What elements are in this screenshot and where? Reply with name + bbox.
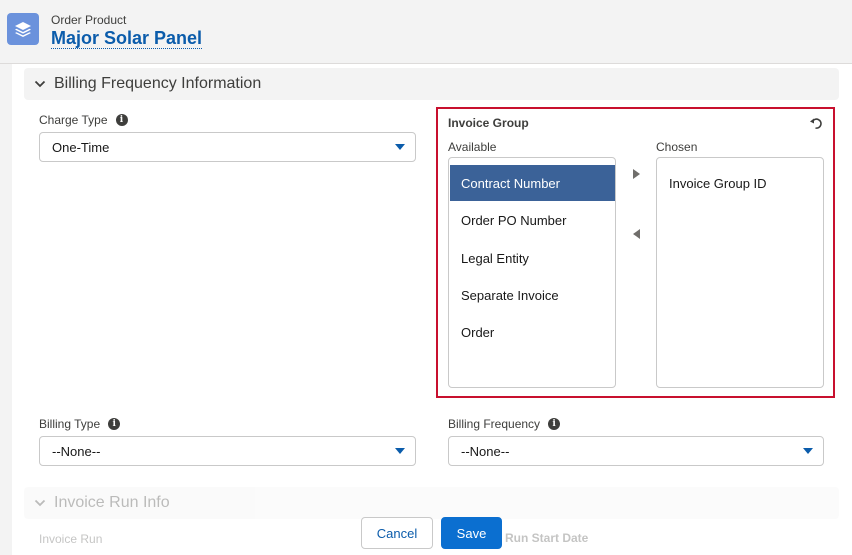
- billing-section-toggle[interactable]: Billing Frequency Information: [24, 68, 839, 100]
- chosen-listbox[interactable]: Invoice Group ID: [656, 157, 824, 388]
- chevron-down-icon: [395, 448, 405, 454]
- billing-type-label-text: Billing Type: [39, 417, 101, 431]
- run-start-date-field-label: Run Start Date: [505, 531, 589, 545]
- move-to-chosen-button[interactable]: [628, 166, 644, 182]
- list-item[interactable]: Order PO Number: [450, 202, 615, 238]
- arrow-right-icon: [632, 169, 640, 179]
- billing-type-label: Billing Type i: [39, 417, 121, 431]
- stack-layers-icon: [7, 13, 39, 45]
- list-item[interactable]: Separate Invoice: [450, 277, 615, 313]
- arrow-left-icon: [632, 229, 640, 239]
- charge-type-value: One-Time: [52, 139, 110, 155]
- billing-type-select[interactable]: --None--: [39, 436, 416, 466]
- record-header: Order Product Major Solar Panel: [0, 0, 852, 64]
- billing-frequency-select[interactable]: --None--: [448, 436, 824, 466]
- billing-frequency-label: Billing Frequency i: [448, 417, 561, 431]
- charge-type-label-text: Charge Type: [39, 113, 108, 127]
- undo-icon[interactable]: [808, 115, 824, 131]
- billing-type-value: --None--: [52, 443, 101, 459]
- invoice-run-field-label: Invoice Run: [39, 532, 103, 546]
- invoice-group-title: Invoice Group: [448, 116, 529, 130]
- charge-type-select[interactable]: One-Time: [39, 132, 416, 162]
- available-label: Available: [448, 140, 497, 154]
- section-title: Invoice Run Info: [54, 494, 170, 511]
- list-item[interactable]: Invoice Group ID: [658, 165, 823, 201]
- list-item[interactable]: Order: [450, 314, 615, 350]
- move-to-available-button[interactable]: [628, 226, 644, 242]
- list-item[interactable]: Legal Entity: [450, 240, 615, 276]
- billing-frequency-label-text: Billing Frequency: [448, 417, 541, 431]
- chevron-down-icon: [34, 499, 46, 507]
- list-item[interactable]: Contract Number: [450, 165, 615, 201]
- chevron-down-icon: [395, 144, 405, 150]
- invoice-run-section-toggle[interactable]: Invoice Run Info: [24, 487, 839, 519]
- charge-type-label: Charge Type i: [39, 113, 128, 127]
- cancel-button[interactable]: Cancel: [361, 517, 433, 549]
- info-icon[interactable]: i: [115, 114, 128, 126]
- chevron-down-icon: [34, 80, 46, 88]
- chevron-down-icon: [803, 448, 813, 454]
- save-button[interactable]: Save: [441, 517, 502, 549]
- info-icon[interactable]: i: [548, 418, 561, 430]
- record-name-link[interactable]: Major Solar Panel: [51, 28, 203, 49]
- chosen-label: Chosen: [656, 140, 698, 154]
- section-title: Billing Frequency Information: [54, 75, 262, 92]
- available-listbox[interactable]: Contract Number Order PO Number Legal En…: [448, 157, 616, 388]
- info-icon[interactable]: i: [108, 418, 121, 430]
- object-type-label: Order Product: [51, 13, 127, 27]
- billing-frequency-value: --None--: [461, 443, 510, 459]
